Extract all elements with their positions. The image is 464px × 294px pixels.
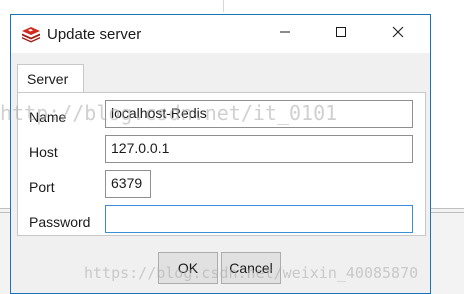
dialog-title: Update server [47,26,142,43]
host-label: Host [29,144,58,160]
close-button[interactable] [375,15,421,53]
background-divider [223,0,224,12]
redis-logo-icon [20,25,42,43]
name-label: Name [29,109,67,125]
title-bar[interactable]: Update server [11,15,430,53]
port-field[interactable]: 6379 [105,170,151,198]
password-label: Password [29,214,91,230]
server-settings-panel: Name localhost-Redis Host 127.0.0.1 Port… [17,92,426,236]
ok-button[interactable]: OK [158,252,218,284]
name-field[interactable]: localhost-Redis [105,100,413,128]
close-icon [392,25,404,43]
host-field[interactable]: 127.0.0.1 [105,135,413,163]
cancel-button[interactable]: Cancel [221,252,281,284]
minimize-icon [279,25,291,43]
tab-server[interactable]: Server [17,64,84,93]
maximize-button[interactable] [318,15,364,53]
minimize-button[interactable] [262,15,308,53]
update-server-dialog: Update server Server Name localhost-Redi… [10,14,431,294]
password-field[interactable] [105,205,413,233]
port-label: Port [29,179,55,195]
maximize-icon [335,25,347,43]
